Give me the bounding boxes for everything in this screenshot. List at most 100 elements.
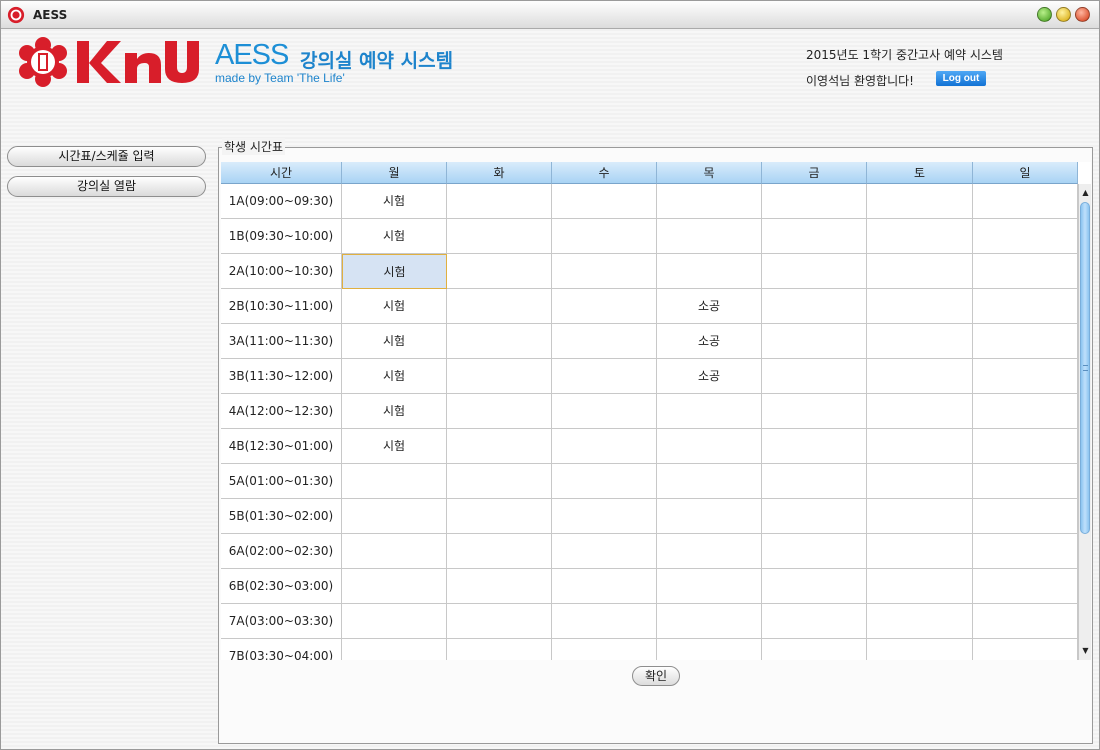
- schedule-cell-sun[interactable]: [973, 324, 1078, 359]
- schedule-cell-tue[interactable]: [447, 359, 552, 394]
- schedule-cell-mon[interactable]: 시험: [342, 254, 447, 289]
- schedule-cell-wed[interactable]: [552, 639, 657, 660]
- schedule-cell-sun[interactable]: [973, 394, 1078, 429]
- schedule-cell-sun[interactable]: [973, 429, 1078, 464]
- schedule-cell-wed[interactable]: [552, 534, 657, 569]
- schedule-cell-tue[interactable]: [447, 289, 552, 324]
- schedule-cell-wed[interactable]: [552, 184, 657, 219]
- schedule-cell-mon[interactable]: 시험: [342, 289, 447, 324]
- sidebar-item-timetable-input[interactable]: 시간표/스케쥴 입력: [7, 146, 206, 167]
- schedule-cell-mon[interactable]: [342, 534, 447, 569]
- schedule-cell-sun[interactable]: [973, 534, 1078, 569]
- schedule-cell-sun[interactable]: [973, 464, 1078, 499]
- schedule-cell-sun[interactable]: [973, 604, 1078, 639]
- schedule-cell-sat[interactable]: [867, 394, 973, 429]
- schedule-cell-thu[interactable]: 소공: [657, 289, 762, 324]
- schedule-cell-wed[interactable]: [552, 569, 657, 604]
- schedule-cell-wed[interactable]: [552, 499, 657, 534]
- schedule-cell-tue[interactable]: [447, 394, 552, 429]
- schedule-cell-sun[interactable]: [973, 359, 1078, 394]
- schedule-cell-thu[interactable]: 소공: [657, 324, 762, 359]
- minimize-button[interactable]: [1056, 7, 1071, 22]
- scroll-up-icon[interactable]: ▲: [1079, 186, 1091, 200]
- schedule-cell-fri[interactable]: [762, 464, 867, 499]
- schedule-cell-sun[interactable]: [973, 184, 1078, 219]
- maximize-button[interactable]: [1037, 7, 1052, 22]
- schedule-cell-fri[interactable]: [762, 219, 867, 254]
- schedule-cell-mon[interactable]: 시험: [342, 394, 447, 429]
- schedule-cell-thu[interactable]: 소공: [657, 359, 762, 394]
- schedule-cell-sat[interactable]: [867, 569, 973, 604]
- schedule-cell-mon[interactable]: [342, 604, 447, 639]
- schedule-cell-sat[interactable]: [867, 604, 973, 639]
- column-header-wed[interactable]: 수: [552, 162, 657, 184]
- vertical-scrollbar[interactable]: ▲ ▼: [1078, 184, 1091, 660]
- schedule-cell-sun[interactable]: [973, 254, 1078, 289]
- schedule-cell-fri[interactable]: [762, 534, 867, 569]
- schedule-cell-mon[interactable]: [342, 499, 447, 534]
- schedule-cell-wed[interactable]: [552, 604, 657, 639]
- schedule-cell-sat[interactable]: [867, 534, 973, 569]
- schedule-cell-thu[interactable]: [657, 604, 762, 639]
- schedule-cell-wed[interactable]: [552, 394, 657, 429]
- schedule-cell-tue[interactable]: [447, 604, 552, 639]
- schedule-cell-thu[interactable]: [657, 569, 762, 604]
- schedule-cell-tue[interactable]: [447, 499, 552, 534]
- schedule-cell-sat[interactable]: [867, 219, 973, 254]
- schedule-cell-sat[interactable]: [867, 359, 973, 394]
- column-header-thu[interactable]: 목: [657, 162, 762, 184]
- schedule-cell-wed[interactable]: [552, 219, 657, 254]
- schedule-cell-sat[interactable]: [867, 499, 973, 534]
- schedule-cell-sat[interactable]: [867, 639, 973, 660]
- schedule-cell-mon[interactable]: 시험: [342, 219, 447, 254]
- schedule-cell-sat[interactable]: [867, 429, 973, 464]
- schedule-cell-fri[interactable]: [762, 499, 867, 534]
- schedule-cell-sat[interactable]: [867, 324, 973, 359]
- schedule-cell-fri[interactable]: [762, 639, 867, 660]
- schedule-cell-fri[interactable]: [762, 184, 867, 219]
- schedule-cell-thu[interactable]: [657, 184, 762, 219]
- schedule-cell-mon[interactable]: 시험: [342, 324, 447, 359]
- schedule-cell-thu[interactable]: [657, 534, 762, 569]
- sidebar-item-classroom-view[interactable]: 강의실 열람: [7, 176, 206, 197]
- schedule-cell-sun[interactable]: [973, 499, 1078, 534]
- column-header-mon[interactable]: 월: [342, 162, 447, 184]
- schedule-cell-thu[interactable]: [657, 639, 762, 660]
- column-header-time[interactable]: 시간: [221, 162, 342, 184]
- schedule-cell-wed[interactable]: [552, 254, 657, 289]
- schedule-cell-sat[interactable]: [867, 464, 973, 499]
- schedule-cell-sat[interactable]: [867, 254, 973, 289]
- schedule-cell-thu[interactable]: [657, 464, 762, 499]
- column-header-sun[interactable]: 일: [973, 162, 1078, 184]
- schedule-cell-wed[interactable]: [552, 324, 657, 359]
- schedule-cell-tue[interactable]: [447, 534, 552, 569]
- schedule-cell-tue[interactable]: [447, 429, 552, 464]
- schedule-cell-sat[interactable]: [867, 289, 973, 324]
- schedule-cell-fri[interactable]: [762, 359, 867, 394]
- schedule-cell-tue[interactable]: [447, 464, 552, 499]
- schedule-cell-fri[interactable]: [762, 569, 867, 604]
- schedule-cell-fri[interactable]: [762, 254, 867, 289]
- schedule-cell-wed[interactable]: [552, 429, 657, 464]
- schedule-cell-thu[interactable]: [657, 394, 762, 429]
- schedule-cell-tue[interactable]: [447, 569, 552, 604]
- schedule-cell-mon[interactable]: [342, 569, 447, 604]
- schedule-cell-tue[interactable]: [447, 184, 552, 219]
- schedule-cell-sun[interactable]: [973, 289, 1078, 324]
- schedule-cell-wed[interactable]: [552, 464, 657, 499]
- schedule-cell-sun[interactable]: [973, 639, 1078, 660]
- schedule-cell-tue[interactable]: [447, 219, 552, 254]
- close-button[interactable]: [1075, 7, 1090, 22]
- schedule-cell-thu[interactable]: [657, 254, 762, 289]
- schedule-cell-fri[interactable]: [762, 429, 867, 464]
- schedule-cell-tue[interactable]: [447, 254, 552, 289]
- schedule-cell-fri[interactable]: [762, 394, 867, 429]
- schedule-cell-thu[interactable]: [657, 499, 762, 534]
- column-header-tue[interactable]: 화: [447, 162, 552, 184]
- schedule-cell-sat[interactable]: [867, 184, 973, 219]
- schedule-cell-fri[interactable]: [762, 324, 867, 359]
- column-header-sat[interactable]: 토: [867, 162, 973, 184]
- confirm-button[interactable]: 확인: [632, 666, 680, 686]
- schedule-cell-wed[interactable]: [552, 359, 657, 394]
- scrollbar-thumb[interactable]: [1080, 202, 1090, 534]
